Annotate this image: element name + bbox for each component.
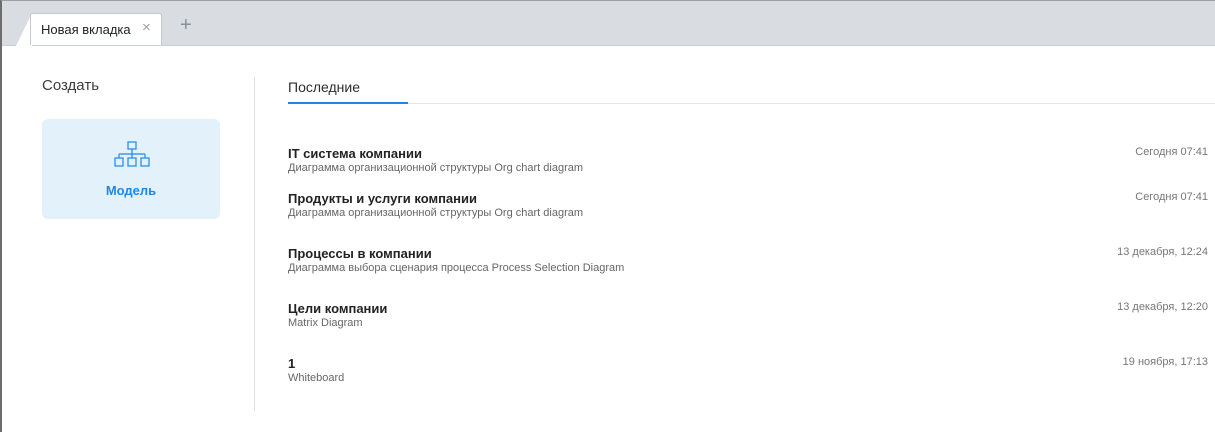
- recent-item[interactable]: 1 Whiteboard 19 ноября, 17:13: [288, 356, 1208, 396]
- recent-item-title: Продукты и услуги компании: [288, 191, 477, 206]
- tab-bar: Новая вкладка × +: [2, 1, 1215, 46]
- recent-item-title: IT система компании: [288, 146, 422, 161]
- add-tab-icon[interactable]: +: [180, 15, 192, 35]
- recent-item-date: Сегодня 07:41: [1135, 191, 1208, 203]
- recent-item[interactable]: Цели компании Matrix Diagram 13 декабря,…: [288, 301, 1208, 341]
- create-model-button[interactable]: Модель: [42, 119, 220, 219]
- close-icon[interactable]: ×: [142, 20, 151, 36]
- recent-item-date: 13 декабря, 12:24: [1117, 246, 1208, 258]
- recent-item-subtitle: Matrix Diagram: [288, 317, 363, 329]
- recent-item-title: 1: [288, 356, 296, 371]
- recent-item-date: 13 декабря, 12:20: [1117, 301, 1208, 313]
- recent-item-title: Процессы в компании: [288, 246, 432, 261]
- recent-item-subtitle: Whiteboard: [288, 372, 345, 384]
- model-label: Модель: [105, 183, 157, 198]
- recent-item[interactable]: IT система компании Диаграмма организаци…: [288, 146, 1208, 186]
- create-heading: Создать: [42, 77, 100, 94]
- recent-item-subtitle: Диаграмма выбора сценария процесса Proce…: [288, 262, 625, 274]
- active-tab-indicator: [288, 102, 408, 104]
- org-chart-icon: [114, 141, 150, 167]
- tab-recent[interactable]: Последние: [288, 79, 360, 95]
- recent-item[interactable]: Процессы в компании Диаграмма выбора сце…: [288, 246, 1208, 286]
- recent-item-subtitle: Диаграмма организационной структуры Org …: [288, 207, 584, 219]
- recent-item-date: Сегодня 07:41: [1135, 146, 1208, 158]
- section-divider: [254, 77, 255, 411]
- recent-item-subtitle: Диаграмма организационной структуры Org …: [288, 162, 584, 174]
- app-window: Новая вкладка × + Создать Модель Последн…: [0, 0, 1215, 432]
- tab-label: Новая вкладка: [41, 22, 131, 37]
- tab-new-tab[interactable]: Новая вкладка ×: [30, 13, 162, 45]
- recent-item-title: Цели компании: [288, 301, 388, 316]
- tabs-baseline: [288, 103, 1215, 104]
- recent-item-date: 19 ноября, 17:13: [1122, 356, 1208, 368]
- recent-item[interactable]: Продукты и услуги компании Диаграмма орг…: [288, 191, 1208, 231]
